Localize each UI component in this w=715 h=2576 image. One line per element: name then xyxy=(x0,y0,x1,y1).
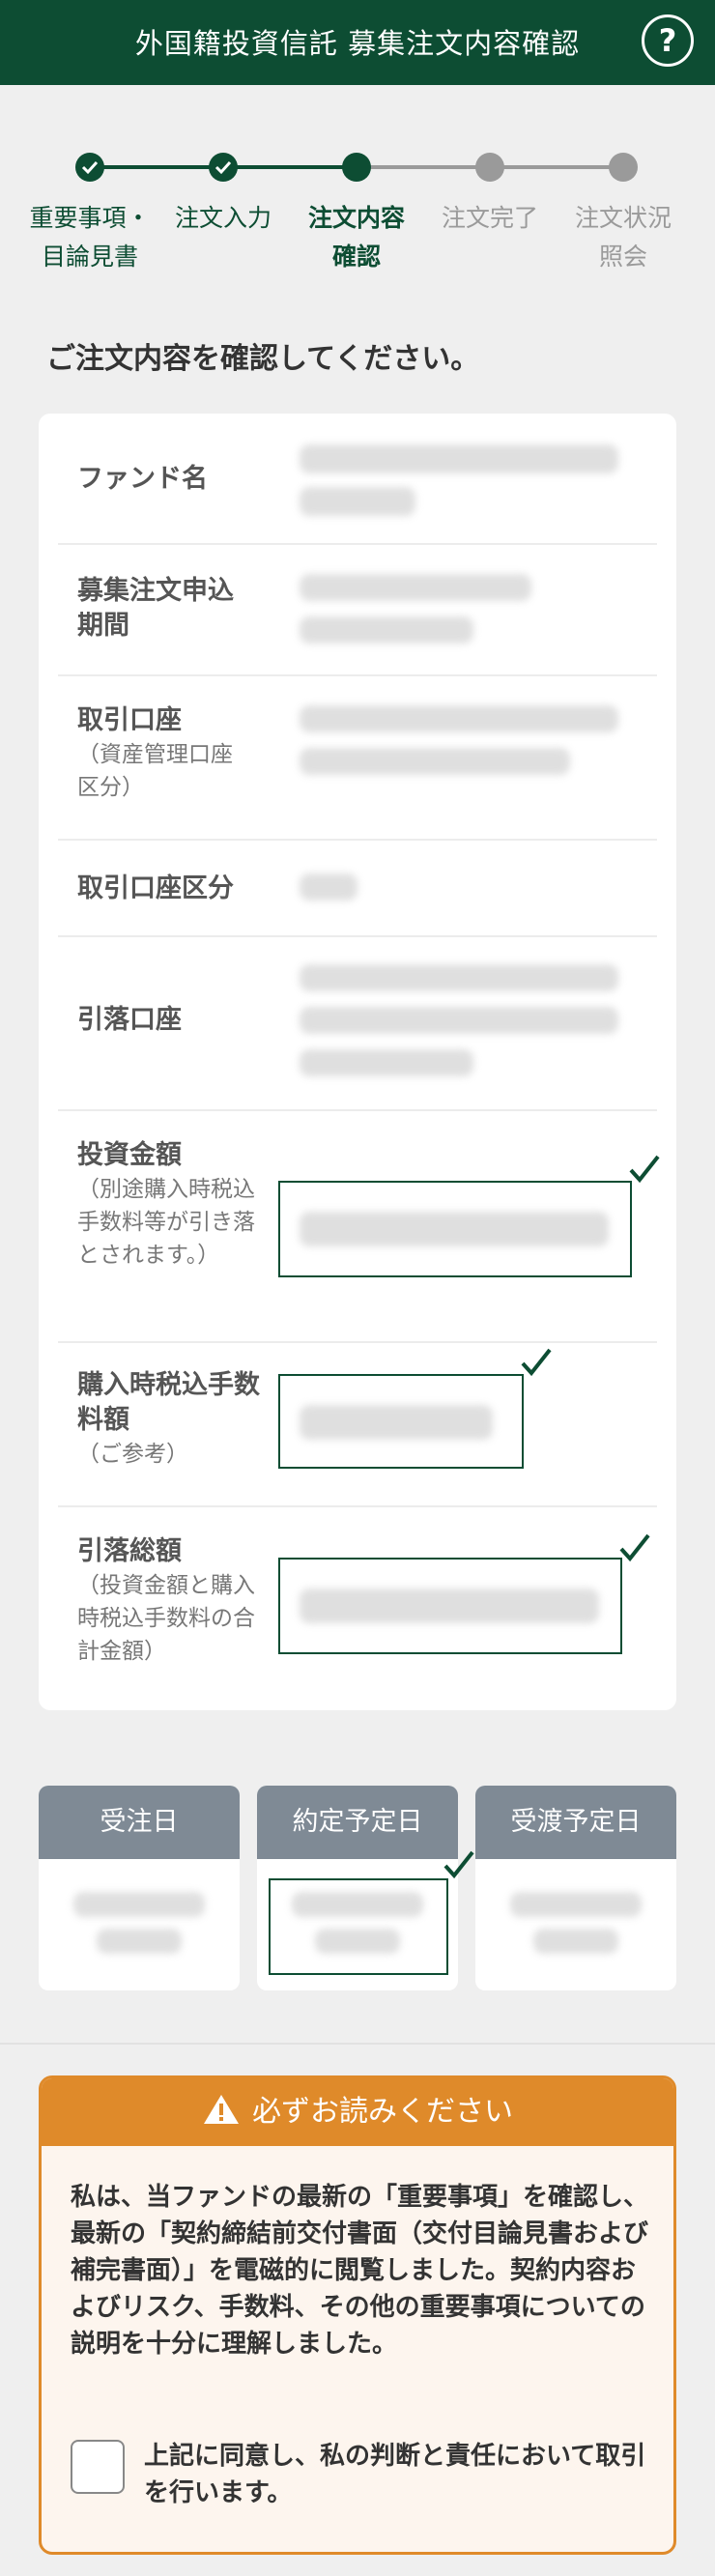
notice-title: 必ずお読みください xyxy=(252,2095,513,2129)
redacted-value xyxy=(533,1929,618,1954)
check-icon xyxy=(629,1155,660,1184)
label-account-text: 取引口座 xyxy=(77,705,182,735)
redacted-value xyxy=(510,1892,642,1917)
label-debit-account: 引落口座 xyxy=(77,1005,182,1035)
redacted-value xyxy=(300,1589,599,1623)
step-label-important-matters: 重要事項・ 目論見書 xyxy=(29,204,151,271)
row-account-type: 取引口座区分 xyxy=(58,841,657,937)
redacted-value xyxy=(300,873,358,901)
label-application-period: 募集注文申込 期間 xyxy=(77,576,234,641)
redacted-value xyxy=(300,487,415,516)
step-connector xyxy=(357,165,490,169)
row-account: 取引口座 （資産管理口座区分） xyxy=(58,676,657,841)
label-purchase-fee: 購入時税込手数料額 （ご参考） xyxy=(77,1368,261,1471)
date-contract: 約定予定日 xyxy=(257,1786,474,1990)
agree-label[interactable]: 上記に同意し、私の判断と責任において取引を行います。 xyxy=(144,2438,656,2511)
agree-checkbox[interactable] xyxy=(71,2440,125,2494)
notice-header: 必ずお読みください xyxy=(42,2078,673,2146)
step-5-todo-dot xyxy=(609,153,638,182)
redacted-value xyxy=(300,616,473,644)
order-detail-card: ファンド名 募集注文申込 期間 取引口座 （資産管理口座区分） 取引口座区分 引… xyxy=(39,414,676,1710)
label-fund-name: ファンド名 xyxy=(77,464,208,494)
date-order-header: 受注日 xyxy=(39,1786,240,1859)
redacted-value xyxy=(300,705,618,732)
row-application-period: 募集注文申込 期間 xyxy=(58,545,657,676)
label-account: 取引口座 （資産管理口座区分） xyxy=(77,703,251,804)
redacted-value xyxy=(300,964,618,991)
redacted-value xyxy=(300,1007,618,1034)
check-icon xyxy=(443,1850,474,1879)
step-connector xyxy=(223,165,357,169)
step-2-done-icon xyxy=(209,153,238,182)
step-1-done-icon xyxy=(75,153,104,182)
check-icon xyxy=(619,1533,650,1562)
redacted-value xyxy=(315,1929,400,1954)
warning-icon xyxy=(204,2095,239,2124)
redacted-value xyxy=(300,1405,493,1440)
row-debit-account: 引落口座 xyxy=(58,937,657,1111)
step-connector xyxy=(490,165,623,169)
row-purchase-fee: 購入時税込手数料額 （ご参考） xyxy=(58,1343,657,1507)
redacted-value xyxy=(300,1049,473,1076)
step-label-order-status: 注文状況 照会 xyxy=(574,204,672,271)
date-delivery: 受渡予定日 xyxy=(475,1786,676,1990)
row-investment-amount: 投資金額 （別途購入時税込手数料等が引き落とされます。） xyxy=(58,1111,660,1343)
step-label-order-complete: 注文完了 xyxy=(441,204,538,232)
order-dates: 受注日 約定予定日 受渡予定日 xyxy=(39,1786,676,1990)
label-total-debit-note: （投資金額と購入時税込手数料の合計金額） xyxy=(77,1573,255,1664)
step-label-order-input: 注文入力 xyxy=(174,204,272,232)
notice-body: 私は、当ファンドの最新の「重要事項」を確認し、最新の「契約締結前交付書面（交付目… xyxy=(71,2183,649,2359)
step-label-order-confirm: 注文内容 確認 xyxy=(307,204,405,271)
redacted-value xyxy=(292,1892,423,1917)
label-total-debit: 引落総額 （投資金額と購入時税込手数料の合計金額） xyxy=(77,1534,261,1668)
check-icon xyxy=(521,1348,552,1377)
section-divider xyxy=(0,2043,715,2045)
page-title: 外国籍投資信託 募集注文内容確認 xyxy=(134,27,581,60)
step-connector xyxy=(90,165,223,169)
redacted-value xyxy=(300,444,618,473)
label-total-debit-text: 引落総額 xyxy=(77,1536,182,1566)
row-total-debit: 引落総額 （投資金額と購入時税込手数料の合計金額） xyxy=(58,1507,657,1691)
label-purchase-fee-note: （ご参考） xyxy=(77,1442,188,1467)
step-3-current-dot xyxy=(342,153,371,182)
label-purchase-fee-text: 購入時税込手数料額 xyxy=(77,1370,260,1435)
help-button[interactable]: ? xyxy=(642,14,694,67)
important-notice: 必ずお読みください 私は、当ファンドの最新の「重要事項」を確認し、最新の「契約締… xyxy=(39,2075,676,2555)
label-account-type: 取引口座区分 xyxy=(77,873,234,903)
redacted-value xyxy=(73,1892,205,1917)
date-contract-header: 約定予定日 xyxy=(257,1786,458,1859)
app-header: 外国籍投資信託 募集注文内容確認 ? xyxy=(0,0,715,85)
label-account-note: （資産管理口座区分） xyxy=(77,742,233,800)
date-delivery-header: 受渡予定日 xyxy=(475,1786,676,1859)
step-4-todo-dot xyxy=(475,153,504,182)
confirm-heading: ご注文内容を確認してください。 xyxy=(46,342,480,376)
date-order: 受注日 xyxy=(39,1786,240,1990)
label-investment-amount-note: （別途購入時税込手数料等が引き落とされます。） xyxy=(77,1177,255,1268)
redacted-value xyxy=(97,1929,182,1954)
redacted-value xyxy=(300,1212,609,1246)
label-investment-amount-text: 投資金額 xyxy=(77,1140,182,1170)
redacted-value xyxy=(300,574,531,601)
redacted-value xyxy=(300,748,570,775)
label-investment-amount: 投資金額 （別途購入時税込手数料等が引き落とされます。） xyxy=(77,1138,261,1272)
row-fund-name: ファンド名 xyxy=(58,414,657,545)
